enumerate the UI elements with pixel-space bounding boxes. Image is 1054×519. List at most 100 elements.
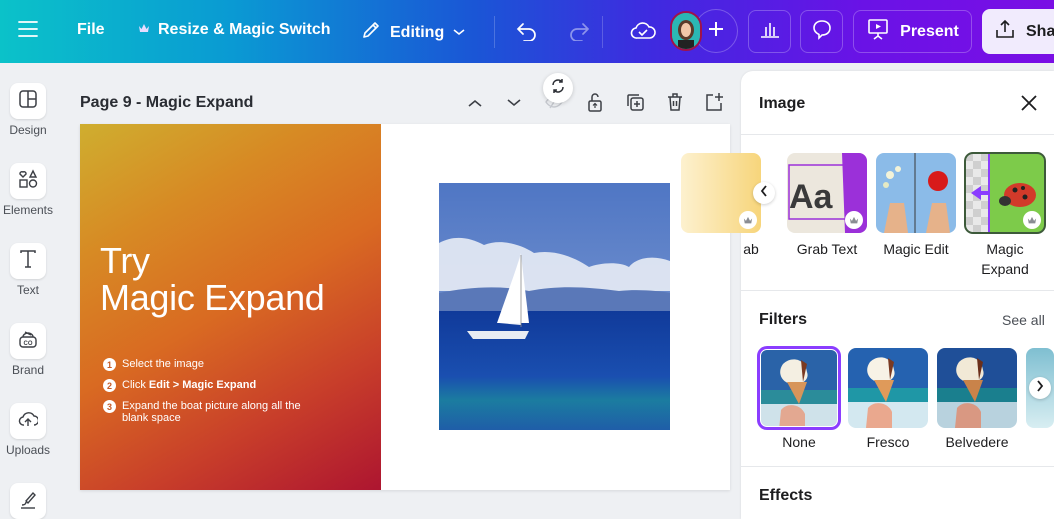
resize-magic-switch-button[interactable]: Resize & Magic Switch (138, 21, 331, 39)
comments-button[interactable] (800, 10, 843, 53)
tool-grab[interactable]: ab (681, 153, 761, 259)
step-text-plain: Click (122, 379, 149, 391)
tool-magic-expand[interactable]: Magic Expand (964, 152, 1046, 279)
file-label: File (77, 21, 105, 38)
premium-crown-icon (1023, 211, 1041, 229)
unlock-icon (586, 92, 604, 117)
share-upload-icon (994, 18, 1016, 45)
step-text: Expand the boat picture along all the bl… (122, 400, 301, 424)
present-label: Present (900, 22, 959, 40)
tool-grab-text[interactable]: Aa Grab Text (787, 153, 867, 259)
sidebar-item-text[interactable]: Text (0, 243, 56, 297)
filter-label: Fresco (866, 434, 910, 450)
chevron-down-icon (506, 95, 522, 113)
svg-text:CO: CO (24, 341, 33, 347)
brand-icon: CO (18, 329, 38, 354)
redo-icon (567, 21, 591, 46)
filter-label: Belvedere (945, 434, 1009, 450)
sidebar-label: Text (16, 283, 39, 297)
insights-button[interactable] (748, 10, 791, 53)
step-number: 2 (103, 379, 116, 392)
redo-button[interactable] (567, 21, 591, 46)
tool-label: Grab Text (796, 241, 858, 257)
pencil-icon (360, 19, 382, 46)
divider (494, 16, 495, 48)
undo-icon (515, 21, 539, 46)
effects-title: Effects (759, 487, 813, 504)
tool-label: Magic Edit (883, 241, 949, 257)
editing-mode-dropdown[interactable]: Editing (360, 19, 466, 46)
share-button[interactable]: Share (982, 9, 1054, 54)
step-item: 3 Expand the boat picture along all the … (103, 400, 327, 424)
sidebar-item-brand[interactable]: CO Brand (0, 323, 56, 377)
divider (602, 16, 603, 48)
main-menu-button[interactable] (18, 20, 38, 38)
design-canvas[interactable]: Try Magic Expand 1 Select the image 2 Cl… (80, 124, 730, 490)
step-item: 2 Click Edit > Magic Expand (103, 379, 327, 392)
sidebar-label: Design (9, 123, 47, 137)
lock-page-button[interactable] (583, 92, 607, 116)
filter-none[interactable]: None (757, 346, 841, 450)
tool-thumbnail (964, 152, 1046, 234)
sidebar-item-uploads[interactable]: Uploads (0, 403, 56, 457)
cloud-save-status[interactable] (630, 20, 656, 47)
premium-crown-icon (845, 211, 863, 229)
slide-headline[interactable]: Try Magic Expand (100, 242, 325, 316)
sidebar-item-elements[interactable]: Elements (0, 163, 56, 217)
hamburger-icon (18, 20, 38, 38)
sidebar-item-draw[interactable] (0, 483, 56, 519)
rotate-button[interactable] (543, 73, 573, 103)
svg-text:Aa: Aa (789, 178, 834, 216)
sidebar-item-design[interactable]: Design (0, 83, 56, 137)
draw-icon (18, 489, 38, 514)
scroll-left-button[interactable] (753, 182, 775, 204)
layout-icon (18, 89, 38, 114)
delete-page-button[interactable] (663, 92, 687, 116)
tool-magic-edit[interactable]: Magic Edit (876, 153, 956, 259)
step-item: 1 Select the image (103, 358, 327, 371)
sidebar-label: Elements (2, 203, 54, 217)
chevron-left-icon (760, 184, 768, 202)
user-avatar[interactable] (670, 11, 702, 51)
sailboat-image[interactable] (439, 183, 670, 430)
sidebar-label: Uploads (5, 443, 51, 457)
close-panel-button[interactable] (1019, 93, 1039, 118)
divider (741, 290, 1054, 291)
step-text: Click Edit > Magic Expand (122, 379, 256, 391)
move-page-up-button[interactable] (463, 92, 487, 116)
undo-button[interactable] (515, 21, 539, 46)
filter-label: None (782, 434, 816, 450)
trash-icon (666, 92, 684, 117)
tool-thumbnail (876, 153, 956, 233)
text-icon (18, 249, 38, 274)
filters-title: Filters (759, 311, 808, 328)
filter-thumbnail (937, 348, 1017, 428)
cloud-check-icon (630, 20, 656, 47)
filter-fresco[interactable]: Fresco (848, 348, 928, 450)
add-page-button[interactable] (702, 92, 726, 116)
move-page-down-button[interactable] (502, 92, 526, 116)
add-page-icon (704, 92, 724, 117)
cloud-upload-icon (18, 409, 40, 434)
chevron-up-icon (467, 95, 483, 113)
filter-thumbnail (757, 346, 841, 430)
see-all-filters-link[interactable]: See all (1002, 312, 1045, 328)
chevron-down-icon (452, 24, 466, 42)
share-label: Share (1026, 22, 1054, 40)
comment-icon (811, 18, 833, 45)
resize-label: Resize & Magic Switch (158, 21, 331, 38)
filter-thumbnail (848, 348, 928, 428)
page-title[interactable]: Page 9 - Magic Expand (80, 94, 253, 112)
panel-title: Image (759, 95, 806, 112)
scroll-right-button[interactable] (1029, 377, 1051, 399)
refresh-icon (550, 78, 566, 99)
left-sidebar: Design Elements Text CO Brand Uploads (0, 63, 56, 519)
duplicate-icon (625, 92, 645, 117)
step-number: 3 (103, 400, 116, 413)
instruction-steps[interactable]: 1 Select the image 2 Click Edit > Magic … (103, 358, 327, 432)
duplicate-page-button[interactable] (623, 92, 647, 116)
file-menu-button[interactable]: File (77, 21, 105, 39)
gradient-background[interactable]: Try Magic Expand 1 Select the image 2 Cl… (80, 124, 381, 490)
present-button[interactable]: Present (853, 10, 972, 53)
filter-belvedere[interactable]: Belvedere (937, 348, 1017, 450)
